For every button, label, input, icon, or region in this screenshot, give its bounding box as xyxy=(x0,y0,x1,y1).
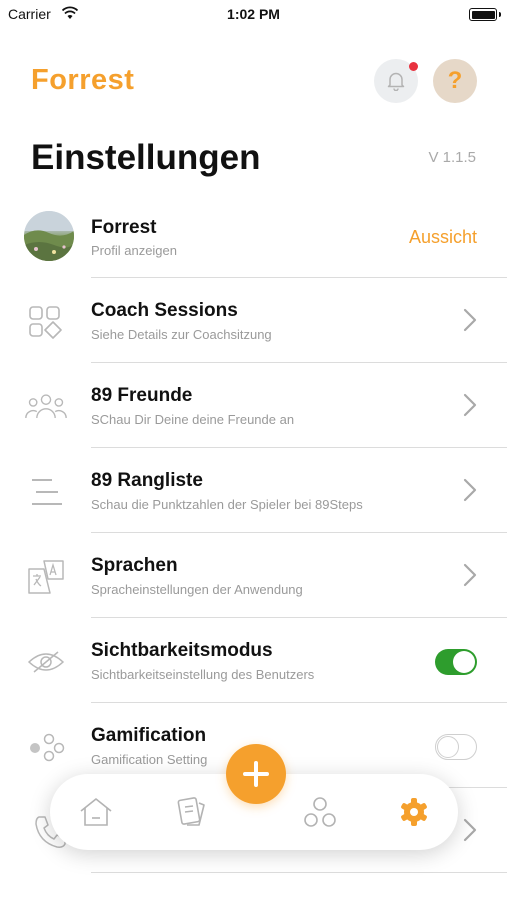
tab-community[interactable] xyxy=(302,794,338,830)
divider xyxy=(91,872,507,873)
settings-gear-icon xyxy=(401,798,427,826)
chevron-right-icon xyxy=(463,818,477,842)
settings-row-visibility: Sichtbarkeitsmodus Sichtbarkeitseinstell… xyxy=(0,618,507,703)
leaderboard-icon xyxy=(24,472,68,512)
help-button[interactable]: ? xyxy=(433,59,477,103)
settings-row-languages[interactable]: Sprachen Spracheinstellungen der Anwendu… xyxy=(0,533,507,618)
row-subtitle: Sichtbarkeitseinstellung des Benutzers xyxy=(91,667,315,682)
app-title: Forrest xyxy=(31,64,135,96)
bell-icon xyxy=(387,72,405,91)
row-title: Coach Sessions xyxy=(91,300,238,321)
row-subtitle: SChau Dir Deine deine Freunde an xyxy=(91,412,295,427)
row-title: Gamification xyxy=(91,725,207,746)
notification-badge xyxy=(409,62,418,71)
status-bar: Carrier 1:02 PM xyxy=(0,0,507,30)
row-subtitle: Schau die Punktzahlen der Spieler bei 89… xyxy=(91,497,363,512)
settings-row-leaderboard[interactable]: 89 Rangliste Schau die Punktzahlen der S… xyxy=(0,448,507,533)
avatar xyxy=(24,211,74,261)
row-title: Sichtbarkeitsmodus xyxy=(91,640,273,661)
row-subtitle: Siehe Details zur Coachsitzung xyxy=(91,327,272,342)
chevron-right-icon xyxy=(463,308,477,332)
tab-settings[interactable] xyxy=(396,794,432,830)
view-profile-link[interactable]: Aussicht xyxy=(409,227,477,248)
toggle-knob xyxy=(453,651,475,673)
add-button[interactable] xyxy=(226,744,286,804)
tab-home[interactable] xyxy=(78,794,114,830)
row-subtitle: Gamification Setting xyxy=(91,752,208,767)
chevron-right-icon xyxy=(463,563,477,587)
gamepad-icon xyxy=(24,727,68,767)
home-icon xyxy=(80,798,112,826)
profile-name: Forrest xyxy=(91,217,157,238)
settings-row-friends[interactable]: 89 Freunde SChau Dir Deine deine Freunde… xyxy=(0,363,507,448)
cards-icon xyxy=(177,797,205,826)
row-title: Sprachen xyxy=(91,555,178,576)
eye-off-icon xyxy=(24,642,68,682)
translate-icon xyxy=(24,557,68,597)
clock: 1:02 PM xyxy=(227,6,280,22)
battery-icon xyxy=(469,8,501,21)
friends-icon xyxy=(24,387,68,427)
add-icon xyxy=(243,761,269,787)
version-label: V 1.1.5 xyxy=(428,149,476,166)
row-subtitle: Spracheinstellungen der Anwendung xyxy=(91,582,303,597)
row-title: 89 Freunde xyxy=(91,385,193,406)
page-title: Einstellungen xyxy=(31,138,261,177)
row-title: 89 Rangliste xyxy=(91,470,203,491)
tab-cards[interactable] xyxy=(174,794,210,830)
profile-subtitle: Profil anzeigen xyxy=(91,243,177,258)
community-icon xyxy=(304,797,336,827)
grid-shapes-icon xyxy=(24,302,68,342)
avatar-photo xyxy=(24,211,74,261)
visibility-toggle[interactable] xyxy=(435,649,477,675)
toggle-knob xyxy=(437,736,459,758)
chevron-right-icon xyxy=(463,393,477,417)
chevron-right-icon xyxy=(463,478,477,502)
settings-row-coach-sessions[interactable]: Coach Sessions Siehe Details zur Coachsi… xyxy=(0,278,507,363)
gamification-toggle[interactable] xyxy=(435,734,477,760)
